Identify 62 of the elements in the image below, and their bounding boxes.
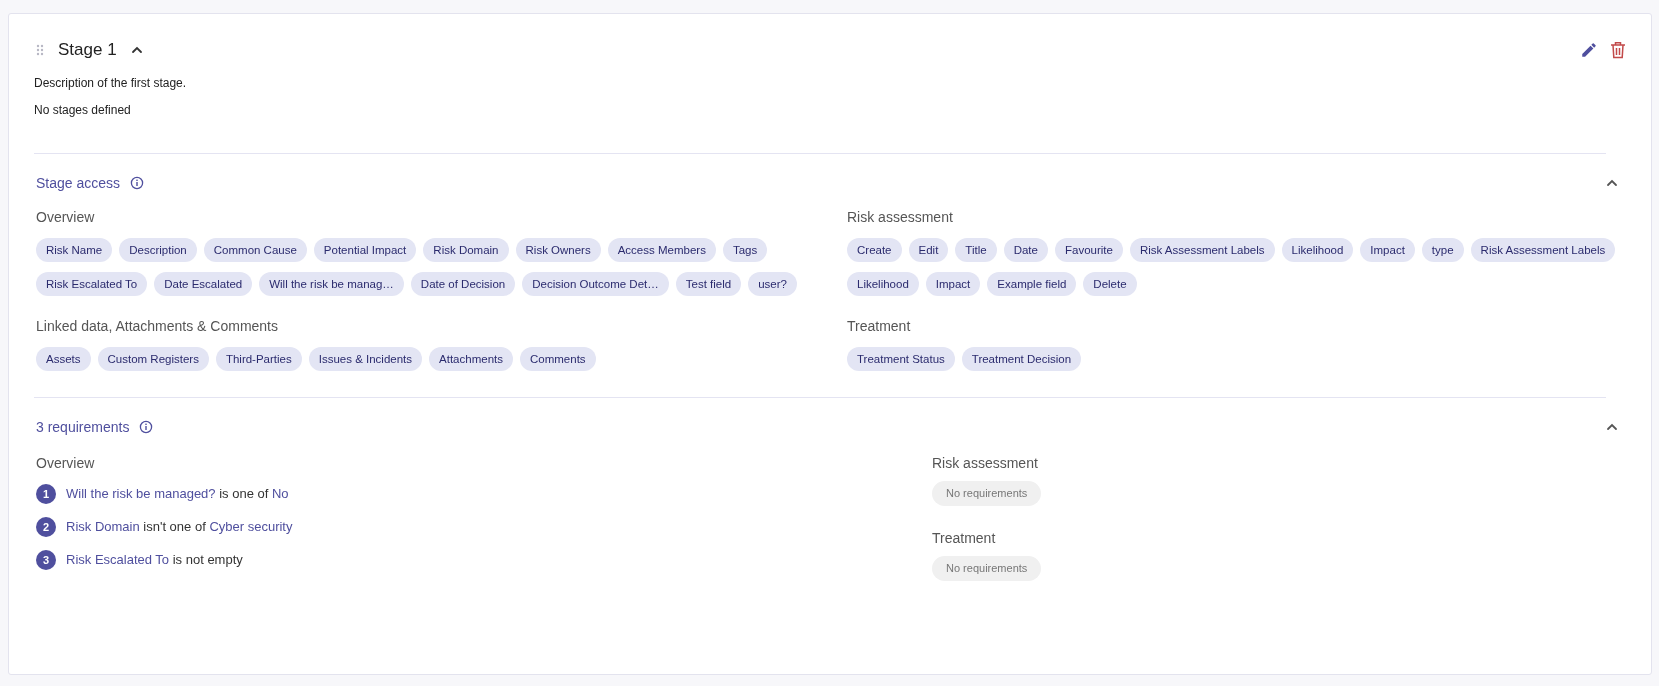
stage-note: No stages defined [34,102,132,119]
field-tag: Risk Domain [423,238,509,262]
field-tag: Potential Impact [313,238,417,262]
group-title: Treatment [932,529,997,548]
delete-icon[interactable] [1610,41,1626,59]
requirement-text: Risk Escalated To is not empty [66,551,243,570]
edit-icon[interactable] [1580,41,1598,59]
group-title: Treatment [847,317,912,336]
group-title: Linked data, Attachments & Comments [36,317,279,336]
field-tag: Treatment Status [847,347,955,371]
number-badge: 1 [36,484,56,504]
group-title: Risk assessment [847,208,954,227]
field-tag: Description [119,238,197,262]
field-tag: Will the risk be manag… [259,272,404,296]
field-tag: Tags [722,238,768,262]
stage-description: Description of the first stage. [34,75,188,92]
field-tag: Impact [925,272,981,296]
field-tag: Risk Escalated To [36,272,148,296]
field-tag: Favourite [1054,238,1123,262]
field-tag: Risk Assessment Labels [1470,238,1616,262]
field-tag: Impact [1360,238,1415,262]
group-title: Overview [36,454,96,473]
field-tag: Common Cause [203,238,307,262]
field-tag: Risk Assessment Labels [1129,238,1275,262]
field-tag: Edit [908,238,949,262]
info-icon[interactable] [139,420,154,434]
field-tag: Test field [675,272,742,296]
field-tag: Decision Outcome Det… [522,272,669,296]
drag-handle-icon[interactable] [36,44,44,56]
field-tag: Delete [1083,272,1137,296]
field-tag: Comments [520,347,596,371]
field-tag: user? [748,272,797,296]
requirement-text: Risk Domain isn't one of Cyber security [66,518,293,537]
field-tag: Example field [987,272,1077,296]
number-badge: 2 [36,517,56,537]
field-tag: Risk Owners [515,238,601,262]
field-tag: Likelihood [1281,238,1354,262]
group-title: Risk assessment [932,454,1039,473]
requirement-text: Will the risk be managed? is one of No [66,485,289,504]
number-badge: 3 [36,550,56,570]
field-tag: Create [847,238,902,262]
group-title: Overview [36,208,96,227]
field-tag: type [1421,238,1464,262]
field-tag: Custom Registers [97,347,209,371]
field-tag: Risk Name [36,238,113,262]
empty-tag: No requirements [932,556,1042,581]
field-tag: Third-Parties [215,347,302,371]
field-tag: Attachments [429,347,513,371]
field-tag: Likelihood [847,272,919,296]
field-tag: Title [955,238,997,262]
field-tag: Assets [36,347,91,371]
field-tag: Treatment Decision [961,347,1082,371]
field-tag: Date of Decision [410,272,516,296]
section-title: Stage access [36,173,121,193]
section-title: 3 requirements [36,417,130,437]
stage-title: Stage 1 [58,39,117,62]
field-tag: Access Members [607,238,716,262]
field-tag: Date [1003,238,1048,262]
field-tag: Issues & Incidents [308,347,423,371]
field-tag: Date Escalated [154,272,253,296]
empty-tag: No requirements [932,481,1042,506]
info-icon[interactable] [130,176,145,190]
